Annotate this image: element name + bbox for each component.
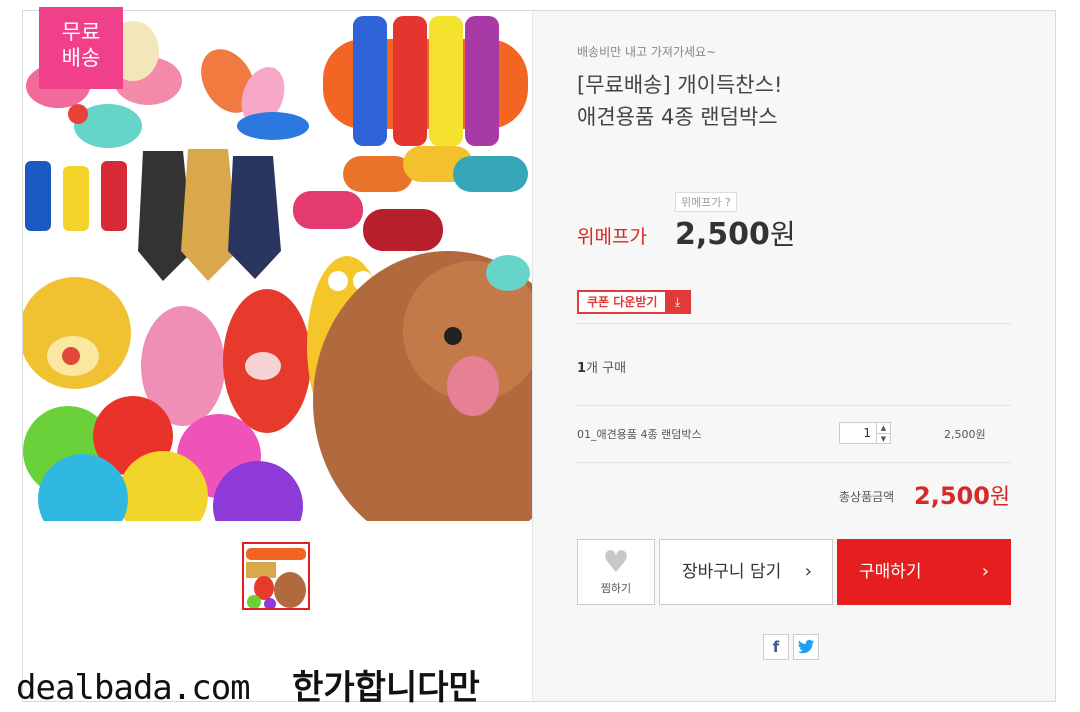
purchase-quantity-count: 1 [577, 361, 587, 376]
heart-icon: ♥ [602, 545, 630, 580]
price-label: 위메프가 [577, 226, 647, 248]
total-price-currency: 원 [989, 485, 1011, 510]
quantity-value[interactable]: 1 [840, 423, 876, 443]
divider [577, 405, 1011, 406]
product-title-line1: [무료배송] 개이득찬스! [577, 73, 783, 97]
quantity-arrows: ▲ ▼ [876, 423, 890, 443]
chevron-right-icon: › [981, 561, 989, 582]
facebook-icon[interactable]: f [763, 634, 789, 660]
sale-price-amount: 2,500 [675, 217, 770, 252]
purchase-quantity-unit: 개 구매 [586, 361, 627, 376]
product-thumbnail[interactable] [242, 542, 310, 610]
product-frame: 무료 배송 배송비만 내고 가져가세요~ [무료배송] 개이득찬스! 애견용품 … [22, 7, 1056, 702]
sale-price: 2,500원 [675, 213, 796, 253]
quantity-stepper[interactable]: 1 ▲ ▼ [839, 422, 891, 444]
free-shipping-badge: 무료 배송 [39, 7, 123, 89]
add-to-cart-button[interactable]: 장바구니 담기 › [659, 539, 833, 605]
watermark-comment: 한가합니다만 [292, 668, 480, 708]
coupon-label: 쿠폰 다운받기 [587, 295, 658, 309]
thumbnail-image [244, 544, 308, 608]
watermark: dealbada.com 한가합니다만 [16, 660, 480, 709]
divider [577, 462, 1011, 463]
buy-now-button[interactable]: 구매하기 › [837, 539, 1011, 605]
total-price-amount: 2,500 [914, 482, 990, 510]
quantity-down-icon[interactable]: ▼ [877, 433, 890, 444]
twitter-icon[interactable] [793, 634, 819, 660]
buy-now-label: 구매하기 [859, 562, 922, 582]
divider [577, 323, 1011, 324]
chevron-right-icon: › [804, 561, 812, 582]
share-buttons: f [763, 634, 819, 660]
total-price: 2,500원 [914, 479, 1010, 511]
badge-line2: 배송 [61, 46, 101, 70]
wishlist-button[interactable]: ♥ 찜하기 [577, 539, 655, 605]
coupon-download-button[interactable]: 쿠폰 다운받기 ⤓ [577, 290, 692, 314]
total-label: 총상품금액 [839, 490, 895, 504]
purchase-quantity: 1개 구매 [577, 357, 626, 376]
wishlist-label: 찜하기 [600, 582, 632, 595]
download-icon: ⤓ [665, 292, 690, 312]
badge-line1: 무료 [61, 20, 101, 44]
product-detail-panel: 배송비만 내고 가져가세요~ [무료배송] 개이득찬스! 애견용품 4종 랜덤박… [532, 11, 1055, 701]
add-to-cart-label: 장바구니 담기 [682, 562, 782, 582]
sale-price-currency: 원 [769, 218, 796, 251]
quantity-up-icon[interactable]: ▲ [877, 423, 890, 433]
product-tagline: 배송비만 내고 가져가세요~ [577, 45, 717, 59]
product-title: [무료배송] 개이득찬스! 애견용품 4종 랜덤박스 [577, 69, 1017, 133]
product-gallery: 무료 배송 [23, 7, 532, 701]
option-price: 2,500원 [944, 428, 986, 441]
price-help-label[interactable]: 위메프가 ? [675, 192, 737, 212]
product-title-line2: 애견용품 4종 랜덤박스 [577, 105, 778, 129]
option-name: 01_애견용품 4종 랜덤박스 [577, 428, 702, 441]
watermark-site: dealbada.com [16, 668, 251, 708]
